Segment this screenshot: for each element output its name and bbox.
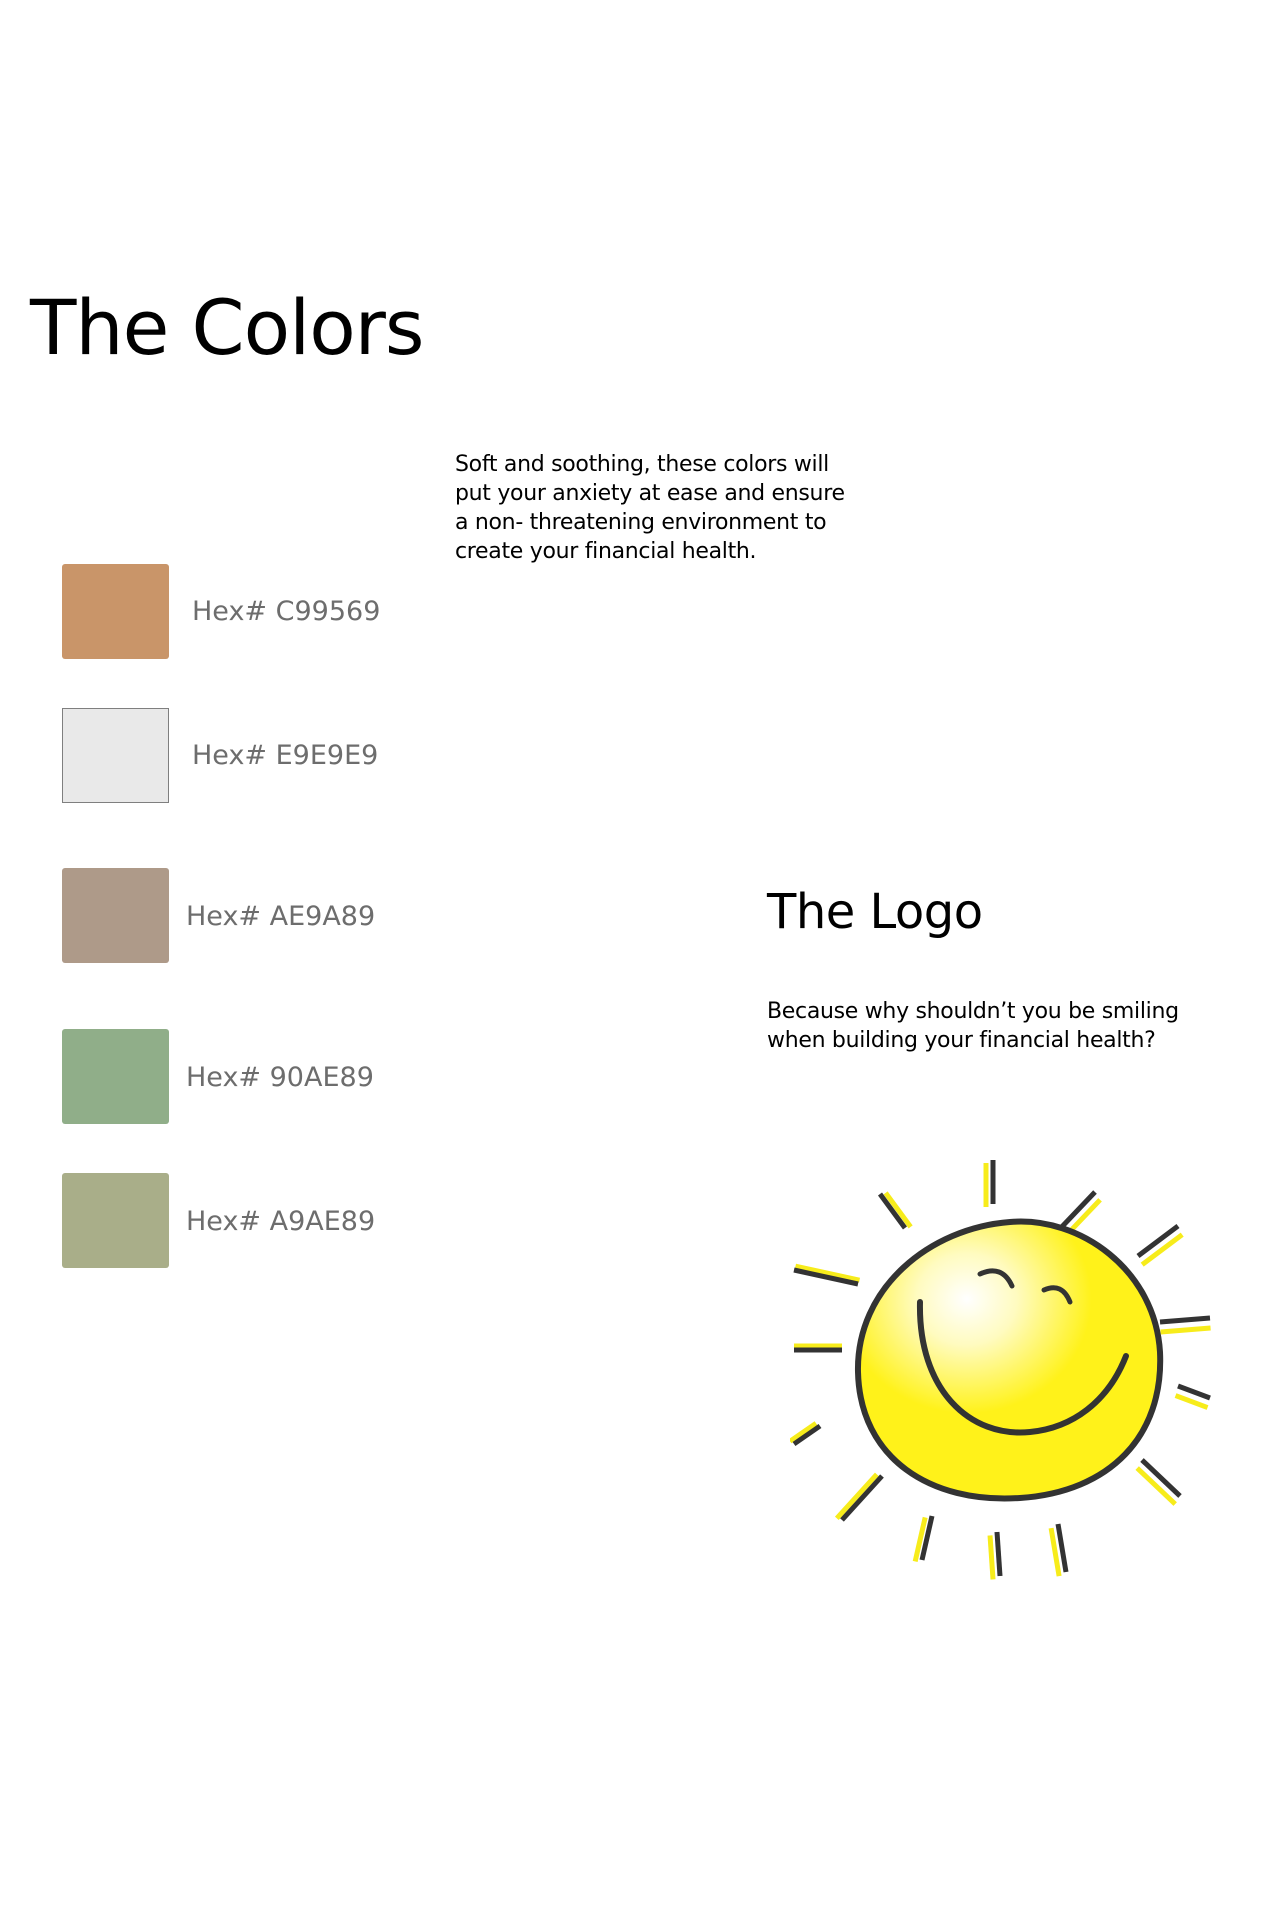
sun-ray-highlight-10 <box>834 1472 879 1520</box>
sun-ray-highlight-8 <box>987 1535 996 1580</box>
logo-title: The Logo <box>767 884 983 940</box>
smiling-sun-icon <box>790 1160 1211 1580</box>
color-swatch-3 <box>62 868 169 963</box>
sun-face <box>854 1218 1164 1502</box>
color-swatch-1 <box>62 564 169 659</box>
sun-ray-4 <box>1159 1315 1211 1325</box>
color-swatch-5 <box>62 1173 169 1268</box>
sun-ray-10 <box>840 1474 884 1522</box>
color-swatch-label-5: Hex# A9AE89 <box>186 1206 376 1237</box>
color-swatch-label-4: Hex# 90AE89 <box>186 1062 374 1093</box>
color-swatch-2 <box>62 708 169 803</box>
color-swatch-4 <box>62 1029 169 1124</box>
color-swatch-label-2: Hex# E9E9E9 <box>192 740 379 771</box>
sun-ray-8 <box>994 1531 1003 1577</box>
logo-description: Because why shouldn’t you be smiling whe… <box>767 999 1179 1053</box>
color-swatch-label-1: Hex# C99569 <box>192 596 381 627</box>
colors-title: The Colors <box>30 283 425 372</box>
colors-description: Soft and soothing, these colors will put… <box>455 452 845 564</box>
color-swatch-label-3: Hex# AE9A89 <box>186 901 376 932</box>
sun-ray-highlight-4 <box>1160 1325 1211 1335</box>
